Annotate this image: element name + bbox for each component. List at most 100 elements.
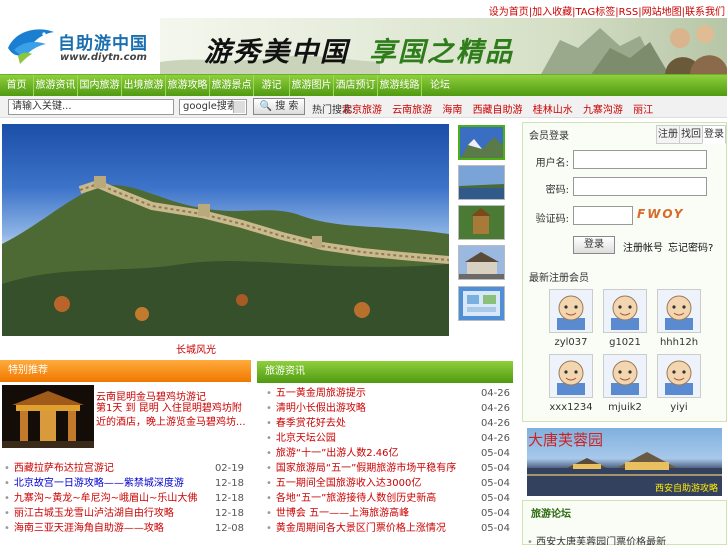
- nav-item[interactable]: 旅游资讯: [34, 75, 78, 97]
- password-field[interactable]: [573, 177, 707, 196]
- hot-search-link[interactable]: 云南旅游: [392, 105, 432, 116]
- hot-search-link[interactable]: 丽江: [633, 105, 653, 116]
- hot-search-link[interactable]: 西藏自助游: [473, 105, 523, 116]
- top-link-home[interactable]: 设为首页: [489, 7, 529, 18]
- logo-title: 自助游中国: [58, 34, 148, 54]
- list-item[interactable]: • 北京天坛公园 04-26: [266, 431, 510, 446]
- avatar[interactable]: [549, 354, 593, 398]
- top-link-tag[interactable]: TAG标签: [575, 7, 615, 18]
- nav-item[interactable]: 旅游景点: [210, 75, 254, 97]
- nav-item[interactable]: 游记: [254, 75, 290, 97]
- bullet-icon: •: [266, 493, 272, 504]
- list-item[interactable]: • 春季赏花好去处 04-26: [266, 416, 510, 431]
- list-item[interactable]: • 九寨沟~黄龙~牟尼沟~峨眉山~乐山大佛 12-18: [4, 491, 244, 506]
- featured-title[interactable]: 云南昆明金马碧鸡坊游记: [96, 388, 206, 403]
- thumbnail[interactable]: [458, 286, 505, 321]
- section-header-news[interactable]: 旅游资讯: [257, 361, 513, 383]
- bullet-icon: •: [266, 388, 272, 399]
- bullet-icon: •: [4, 493, 10, 504]
- search-input[interactable]: 请输入关键...: [8, 99, 174, 115]
- captcha-field[interactable]: [573, 206, 633, 225]
- nav-item[interactable]: 旅游攻略: [166, 75, 210, 97]
- list-item[interactable]: • 各地“五一”旅游接待人数创历史新高 05-04: [266, 491, 510, 506]
- hot-search-link[interactable]: 九寨沟游: [583, 105, 623, 116]
- list-item-date: 05-04: [480, 493, 510, 504]
- bullet-icon: •: [266, 478, 272, 489]
- list-item[interactable]: • 西安大唐芙蓉园门票价格最新: [527, 533, 666, 545]
- login-button[interactable]: 登录: [573, 236, 615, 254]
- hot-search-link[interactable]: 海南: [442, 105, 462, 116]
- thumbnail[interactable]: [458, 165, 505, 200]
- avatar[interactable]: [657, 354, 701, 398]
- search-button-label: 搜 索: [275, 101, 299, 112]
- list-item-date: 05-04: [480, 478, 510, 489]
- list-item[interactable]: • 北京故宫一日游攻略——紫禁城深度游 12-18: [4, 476, 244, 491]
- member-name: mjuik2: [608, 402, 642, 413]
- chevron-down-icon[interactable]: [233, 101, 245, 113]
- member-card[interactable]: mjuik2: [603, 354, 647, 413]
- list-item[interactable]: • 五一期间全国旅游收入达3000亿 05-04: [266, 476, 510, 491]
- captcha-label: 验证码:: [535, 214, 569, 225]
- member-card[interactable]: zyl037: [549, 289, 593, 348]
- list-item[interactable]: • 海南三亚天涯海角自助游——攻略 12-08: [4, 521, 244, 536]
- nav-item[interactable]: 旅游图片: [290, 75, 334, 97]
- list-item-date: 12-18: [214, 508, 244, 519]
- list-item[interactable]: • 黄金周期间各大景区门票价格上涨情况 05-04: [266, 521, 510, 536]
- section-header-featured[interactable]: 特别推荐: [0, 360, 251, 382]
- header-banner[interactable]: 游秀美中国 享国之精品: [160, 18, 727, 76]
- top-link-contact[interactable]: 联系我们: [685, 7, 725, 18]
- list-item-date: 02-19: [214, 463, 244, 474]
- nav-item[interactable]: 出境旅游: [122, 75, 166, 97]
- member-card[interactable]: xxx1234: [549, 354, 593, 413]
- thumbnail[interactable]: [458, 125, 505, 160]
- featured-thumbnail[interactable]: [2, 385, 94, 448]
- top-link-rss[interactable]: RSS: [619, 7, 639, 18]
- avatar[interactable]: [603, 354, 647, 398]
- search-engine-select[interactable]: google搜索: [179, 99, 247, 115]
- nav-item[interactable]: 论坛: [422, 75, 458, 97]
- bullet-icon: •: [266, 448, 272, 459]
- list-item-title: 北京天坛公园: [275, 433, 336, 444]
- list-item[interactable]: • 西藏拉萨布达拉宫游记 02-19: [4, 461, 244, 476]
- list-item[interactable]: • 旅游“十一”出游人数2.46亿 05-04: [266, 446, 510, 461]
- thumbnail[interactable]: [458, 245, 505, 280]
- nav-item[interactable]: 国内旅游: [78, 75, 122, 97]
- search-button[interactable]: 🔍 搜 索: [253, 98, 305, 115]
- list-item[interactable]: • 世博会 五一——上海旅游高峰 05-04: [266, 506, 510, 521]
- list-item[interactable]: • 清明小长假出游攻略 04-26: [266, 401, 510, 416]
- thumbnail-building-image: [459, 246, 504, 279]
- nav-item[interactable]: 酒店预订: [334, 75, 378, 97]
- member-card[interactable]: hhh12h: [657, 289, 701, 348]
- thumbnail[interactable]: [458, 205, 505, 240]
- member-card[interactable]: yiyi: [657, 354, 701, 413]
- avatar[interactable]: [549, 289, 593, 333]
- avatar[interactable]: [657, 289, 701, 333]
- tab-login[interactable]: 登录: [702, 125, 726, 144]
- username-field[interactable]: [573, 150, 707, 169]
- top-links: 设为首页|加入收藏|TAG标签|RSS|网站地图|联系我们: [489, 3, 725, 18]
- top-link-favorite[interactable]: 加入收藏: [532, 7, 572, 18]
- site-logo[interactable]: 自助游中国 www.diytn.com: [4, 20, 154, 72]
- bird-logo-icon: [8, 29, 54, 64]
- nav-item-home[interactable]: 首页: [0, 75, 34, 97]
- top-link-sitemap[interactable]: 网站地图: [642, 7, 682, 18]
- forgot-password-link[interactable]: 忘记密码?: [668, 239, 713, 254]
- list-item[interactable]: • 丽江古城玉龙雪山泸沽湖自由行攻略 12-18: [4, 506, 244, 521]
- hot-search-link[interactable]: 桂林山水: [533, 105, 573, 116]
- photo-caption[interactable]: 长城风光: [176, 341, 216, 356]
- member-card[interactable]: g1021: [603, 289, 647, 348]
- captcha-image[interactable]: FWOY: [637, 207, 684, 221]
- hot-search-link[interactable]: 北京旅游: [342, 105, 382, 116]
- list-item[interactable]: • 国家旅游局“五一”假期旅游市场平稳有序 05-04: [266, 461, 510, 476]
- featured-photo[interactable]: [2, 124, 449, 336]
- nav-item[interactable]: 旅游线路: [378, 75, 422, 97]
- register-link[interactable]: 注册帐号: [623, 239, 663, 254]
- featured-list: • 西藏拉萨布达拉宫游记 02-19 • 北京故宫一日游攻略——紫禁城深度游 12-18…: [4, 461, 244, 536]
- tab-register[interactable]: 注册: [656, 125, 680, 144]
- hot-search-links: 北京旅游 云南旅游 海南 西藏自助游 桂林山水 九寨沟游 丽江: [342, 101, 660, 116]
- side-ad-banner[interactable]: 大唐芙蓉园 西安自助游攻略: [527, 428, 722, 496]
- tab-recover[interactable]: 找回: [679, 125, 703, 144]
- avatar[interactable]: [603, 289, 647, 333]
- member-name: hhh12h: [659, 337, 699, 348]
- list-item[interactable]: • 五一黄金周旅游提示 04-26: [266, 386, 510, 401]
